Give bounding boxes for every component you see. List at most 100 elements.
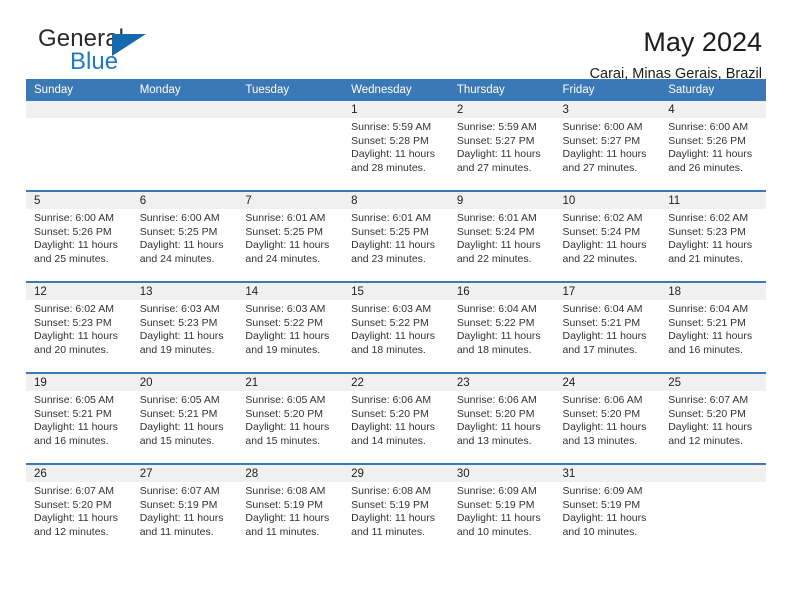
sunset-text: Sunset: 5:27 PM bbox=[562, 134, 641, 147]
calendar-day-cell[interactable]: 11 Sunrise: 6:02 AM Sunset: 5:23 PM Dayligh… bbox=[660, 190, 766, 282]
day-number bbox=[660, 465, 766, 482]
calendar-day-cell[interactable]: 10 Sunrise: 6:02 AM Sunset: 5:24 PM Dayligh… bbox=[554, 190, 661, 282]
day-number: 21 bbox=[237, 374, 344, 391]
sunrise-text: Sunrise: 6:03 AM bbox=[245, 303, 326, 315]
daylight-text-line2: and 26 minutes. bbox=[668, 161, 743, 174]
sunrise-text: Sunrise: 6:07 AM bbox=[668, 394, 749, 406]
sunset-text: Sunset: 5:27 PM bbox=[456, 134, 535, 147]
day-number: 14 bbox=[237, 283, 344, 300]
calendar-day-cell-empty bbox=[26, 101, 132, 191]
calendar-day-cell[interactable]: 14 Sunrise: 6:03 AM Sunset: 5:22 PM Dayligh… bbox=[237, 281, 344, 373]
calendar-day-cell[interactable]: 29 Sunrise: 6:08 AM Sunset: 5:19 PM Dayligh… bbox=[343, 463, 449, 554]
daylight-text-line1: Daylight: 11 hours bbox=[456, 330, 541, 343]
day-sun-info: Sunrise: 6:07 AM Sunset: 5:20 PM Daylight:… bbox=[26, 482, 132, 539]
calendar-day-cell[interactable]: 2 Sunrise: 5:59 AM Sunset: 5:27 PM Daylight… bbox=[448, 101, 555, 191]
calendar-day-cell[interactable]: 4 Sunrise: 6:00 AM Sunset: 5:26 PM Daylight… bbox=[660, 101, 766, 191]
day-sun-info: Sunrise: 6:06 AM Sunset: 5:20 PM Daylight:… bbox=[343, 391, 449, 448]
sunrise-text: Sunrise: 6:02 AM bbox=[562, 212, 643, 224]
sunset-text: Sunset: 5:24 PM bbox=[456, 225, 535, 238]
sunset-text: Sunset: 5:19 PM bbox=[456, 498, 535, 511]
calendar-day-cell[interactable]: 21 Sunrise: 6:05 AM Sunset: 5:20 PM Dayligh… bbox=[237, 372, 344, 464]
calendar-day-cell[interactable]: 24 Sunrise: 6:06 AM Sunset: 5:20 PM Dayligh… bbox=[554, 372, 661, 464]
daylight-text-line1: Daylight: 11 hours bbox=[139, 512, 224, 525]
day-sun-info: Sunrise: 6:05 AM Sunset: 5:21 PM Daylight:… bbox=[132, 391, 238, 448]
calendar-week-row: 5 Sunrise: 6:00 AM Sunset: 5:26 PM Daylight… bbox=[26, 190, 766, 282]
day-number: 24 bbox=[554, 374, 661, 391]
sunrise-text: Sunrise: 6:00 AM bbox=[34, 212, 114, 224]
sunset-text: Sunset: 5:22 PM bbox=[351, 316, 429, 329]
day-number: 29 bbox=[343, 465, 449, 482]
sunrise-text: Sunrise: 6:05 AM bbox=[34, 394, 114, 406]
calendar-day-cell[interactable]: 5 Sunrise: 6:00 AM Sunset: 5:26 PM Daylight… bbox=[26, 190, 132, 282]
weekday-header-thursday: Thursday bbox=[448, 79, 555, 101]
day-number: 23 bbox=[448, 374, 555, 391]
calendar-day-cell[interactable]: 9 Sunrise: 6:01 AM Sunset: 5:24 PM Daylight… bbox=[448, 190, 555, 282]
daylight-text-line2: and 10 minutes. bbox=[456, 525, 532, 538]
calendar-day-cell[interactable]: 8 Sunrise: 6:01 AM Sunset: 5:25 PM Daylight… bbox=[343, 190, 449, 282]
calendar-day-cell[interactable]: 22 Sunrise: 6:06 AM Sunset: 5:20 PM Dayligh… bbox=[343, 372, 449, 464]
daylight-text-line1: Daylight: 11 hours bbox=[245, 330, 330, 343]
day-number: 3 bbox=[554, 101, 661, 118]
daylight-text-line1: Daylight: 11 hours bbox=[668, 239, 753, 252]
day-sun-info: Sunrise: 6:00 AM Sunset: 5:27 PM Daylight:… bbox=[555, 118, 661, 175]
daylight-text-line2: and 15 minutes. bbox=[139, 434, 215, 447]
calendar-day-cell[interactable]: 16 Sunrise: 6:04 AM Sunset: 5:22 PM Dayligh… bbox=[448, 281, 555, 373]
calendar-day-cell[interactable]: 17 Sunrise: 6:04 AM Sunset: 5:21 PM Dayligh… bbox=[554, 281, 661, 373]
calendar-day-cell[interactable]: 7 Sunrise: 6:01 AM Sunset: 5:25 PM Daylight… bbox=[237, 190, 344, 282]
day-number: 13 bbox=[131, 283, 238, 300]
sunrise-text: Sunrise: 6:04 AM bbox=[456, 303, 537, 315]
calendar-day-cell[interactable]: 6 Sunrise: 6:00 AM Sunset: 5:25 PM Daylight… bbox=[131, 190, 238, 282]
calendar-day-cell[interactable]: 31 Sunrise: 6:09 AM Sunset: 5:19 PM Dayligh… bbox=[554, 463, 661, 554]
calendar-day-cell[interactable]: 13 Sunrise: 6:03 AM Sunset: 5:23 PM Dayligh… bbox=[131, 281, 238, 373]
daylight-text-line2: and 24 minutes. bbox=[245, 252, 321, 265]
sunset-text: Sunset: 5:20 PM bbox=[562, 407, 641, 420]
calendar-day-cell[interactable]: 12 Sunrise: 6:02 AM Sunset: 5:23 PM Dayligh… bbox=[26, 281, 132, 373]
daylight-text-line2: and 28 minutes. bbox=[351, 161, 426, 174]
calendar-day-cell[interactable]: 25 Sunrise: 6:07 AM Sunset: 5:20 PM Dayligh… bbox=[660, 372, 766, 464]
day-sun-info: Sunrise: 6:04 AM Sunset: 5:21 PM Daylight:… bbox=[555, 300, 661, 357]
sunset-text: Sunset: 5:26 PM bbox=[668, 134, 746, 147]
sunrise-text: Sunrise: 5:59 AM bbox=[351, 121, 432, 133]
day-sun-info: Sunrise: 6:02 AM Sunset: 5:23 PM Daylight:… bbox=[660, 209, 766, 266]
calendar-day-cell[interactable]: 20 Sunrise: 6:05 AM Sunset: 5:21 PM Dayligh… bbox=[131, 372, 238, 464]
calendar-day-cell[interactable]: 26 Sunrise: 6:07 AM Sunset: 5:20 PM Dayligh… bbox=[26, 463, 132, 554]
daylight-text-line1: Daylight: 11 hours bbox=[351, 148, 435, 161]
daylight-text-line2: and 16 minutes. bbox=[34, 434, 109, 447]
calendar-day-cell[interactable]: 23 Sunrise: 6:06 AM Sunset: 5:20 PM Dayligh… bbox=[448, 372, 555, 464]
sunrise-text: Sunrise: 6:08 AM bbox=[351, 485, 432, 497]
day-sun-info: Sunrise: 6:05 AM Sunset: 5:21 PM Daylight:… bbox=[26, 391, 132, 448]
calendar-day-cell[interactable]: 3 Sunrise: 6:00 AM Sunset: 5:27 PM Daylight… bbox=[554, 101, 661, 191]
daylight-text-line1: Daylight: 11 hours bbox=[562, 239, 647, 252]
sunrise-text: Sunrise: 6:06 AM bbox=[456, 394, 537, 406]
calendar-table: Sunday Monday Tuesday Wednesday Thursday Frid… bbox=[26, 79, 766, 554]
day-number: 6 bbox=[131, 192, 238, 209]
calendar-day-cell[interactable]: 19 Sunrise: 6:05 AM Sunset: 5:21 PM Dayligh… bbox=[26, 372, 132, 464]
day-sun-info: Sunrise: 6:04 AM Sunset: 5:21 PM Daylight:… bbox=[660, 300, 766, 357]
weekday-header-tuesday: Tuesday bbox=[237, 79, 344, 101]
calendar-day-cell[interactable]: 28 Sunrise: 6:08 AM Sunset: 5:19 PM Dayligh… bbox=[237, 463, 344, 554]
day-sun-info: Sunrise: 6:00 AM Sunset: 5:26 PM Daylight:… bbox=[660, 118, 766, 175]
daylight-text-line2: and 15 minutes. bbox=[245, 434, 321, 447]
daylight-text-line2: and 13 minutes. bbox=[456, 434, 532, 447]
daylight-text-line2: and 12 minutes. bbox=[668, 434, 743, 447]
weekday-header-wednesday: Wednesday bbox=[343, 79, 449, 101]
calendar-day-cell[interactable]: 15 Sunrise: 6:03 AM Sunset: 5:22 PM Dayligh… bbox=[343, 281, 449, 373]
calendar-day-cell[interactable]: 27 Sunrise: 6:07 AM Sunset: 5:19 PM Dayligh… bbox=[131, 463, 238, 554]
calendar-day-cell[interactable]: 1 Sunrise: 5:59 AM Sunset: 5:28 PM Daylight… bbox=[343, 101, 449, 191]
day-number: 22 bbox=[343, 374, 449, 391]
sunrise-text: Sunrise: 6:02 AM bbox=[34, 303, 114, 315]
daylight-text-line1: Daylight: 11 hours bbox=[245, 421, 330, 434]
calendar-day-cell[interactable]: 30 Sunrise: 6:09 AM Sunset: 5:19 PM Dayligh… bbox=[448, 463, 555, 554]
sunrise-text: Sunrise: 6:00 AM bbox=[668, 121, 749, 133]
calendar-day-cell[interactable]: 18 Sunrise: 6:04 AM Sunset: 5:21 PM Dayligh… bbox=[660, 281, 766, 373]
daylight-text-line2: and 11 minutes. bbox=[245, 525, 320, 538]
sunrise-text: Sunrise: 6:06 AM bbox=[351, 394, 432, 406]
daylight-text-line1: Daylight: 11 hours bbox=[456, 421, 541, 434]
sunset-text: Sunset: 5:23 PM bbox=[139, 316, 218, 329]
daylight-text-line1: Daylight: 11 hours bbox=[456, 512, 541, 525]
daylight-text-line2: and 20 minutes. bbox=[34, 343, 109, 356]
sunset-text: Sunset: 5:24 PM bbox=[562, 225, 641, 238]
day-sun-info: Sunrise: 6:00 AM Sunset: 5:26 PM Daylight:… bbox=[26, 209, 132, 266]
calendar-week-row: 19 Sunrise: 6:05 AM Sunset: 5:21 PM Dayligh… bbox=[26, 372, 766, 464]
day-number: 10 bbox=[554, 192, 661, 209]
